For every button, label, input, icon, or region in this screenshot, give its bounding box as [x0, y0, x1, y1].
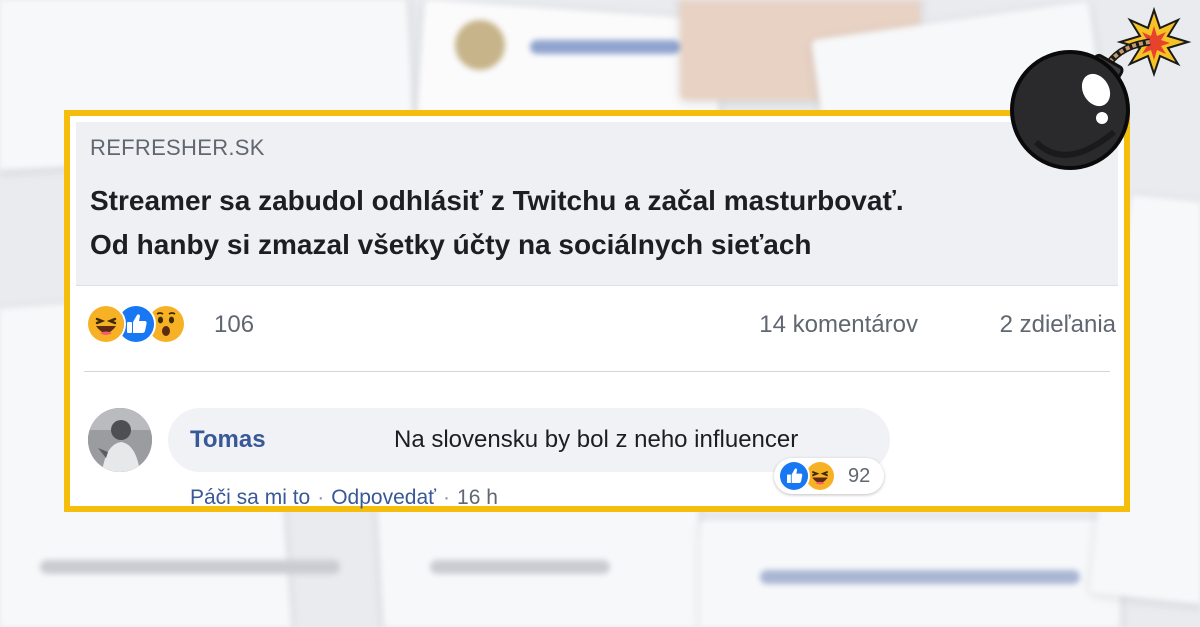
reply-link[interactable]: Odpovedať [331, 486, 436, 509]
post-card: REFRESHER.SK Streamer sa zabudol odhlási… [64, 110, 1130, 512]
comment-timestamp[interactable]: 16 h [457, 486, 498, 509]
like-reaction-icon [778, 460, 810, 492]
reaction-count[interactable]: 106 [214, 311, 254, 339]
like-comment-link[interactable]: Páči sa mi to [190, 486, 310, 509]
shares-count-link[interactable]: 2 zdieľania [1000, 311, 1116, 339]
link-headline[interactable]: Streamer sa zabudol odhlásiť z Twitchu a… [90, 179, 1120, 267]
comments-count-link[interactable]: 14 komentárov [759, 311, 918, 339]
headline-line-2: Od hanby si zmazal všetky účty na sociál… [90, 229, 812, 260]
headline-line-1: Streamer sa zabudol odhlásiť z Twitchu a… [90, 185, 904, 216]
comment-author[interactable]: Tomas [190, 426, 266, 454]
divider [84, 371, 1110, 372]
link-preview[interactable]: REFRESHER.SK Streamer sa zabudol odhlási… [76, 122, 1118, 286]
haha-reaction-icon[interactable] [86, 304, 126, 344]
separator: · [443, 486, 451, 509]
comment-reactions[interactable]: 92 [774, 458, 884, 494]
comment-actions: Páči sa mi to · Odpovedať · 16 h [190, 486, 498, 510]
link-domain: REFRESHER.SK [90, 135, 265, 160]
bomb-icon [1010, 6, 1192, 170]
reactions-bar: 106 14 komentárov 2 zdieľania [86, 301, 1116, 347]
separator: · [317, 486, 325, 509]
comment-reaction-count: 92 [848, 465, 871, 487]
comment-text: Na slovensku by bol z neho influencer [394, 426, 799, 453]
commenter-avatar[interactable] [88, 408, 152, 472]
